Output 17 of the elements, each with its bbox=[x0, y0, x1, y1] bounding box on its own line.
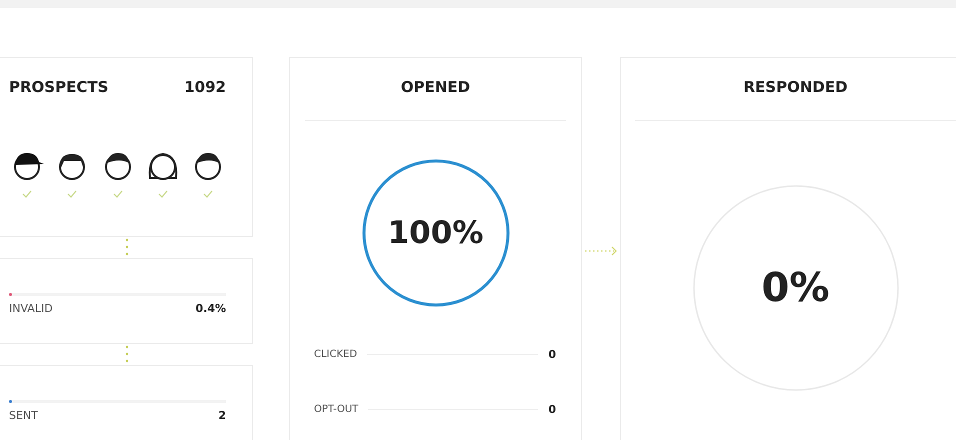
metric-value: 0 bbox=[548, 403, 556, 416]
metric-label: CLICKED bbox=[314, 349, 358, 360]
percent-value: 0% bbox=[762, 265, 830, 311]
stat-label: SENT bbox=[9, 409, 38, 422]
connector-dots bbox=[124, 237, 128, 257]
stat-value: 2 bbox=[218, 409, 226, 422]
card-title: PROSPECTS bbox=[9, 78, 108, 96]
metric-label: OPT-OUT bbox=[314, 404, 358, 415]
card-title: RESPONDED bbox=[635, 58, 956, 121]
stat-value: 0.4% bbox=[195, 302, 226, 315]
connector-dots bbox=[124, 344, 128, 364]
prospect-count: 1092 bbox=[184, 78, 226, 96]
stat-label: INVALID bbox=[9, 302, 53, 315]
metric-value: 0 bbox=[548, 348, 556, 361]
dotted-arrow bbox=[584, 246, 618, 256]
percent-value: 100% bbox=[388, 215, 484, 251]
card-title: OPENED bbox=[305, 58, 566, 121]
